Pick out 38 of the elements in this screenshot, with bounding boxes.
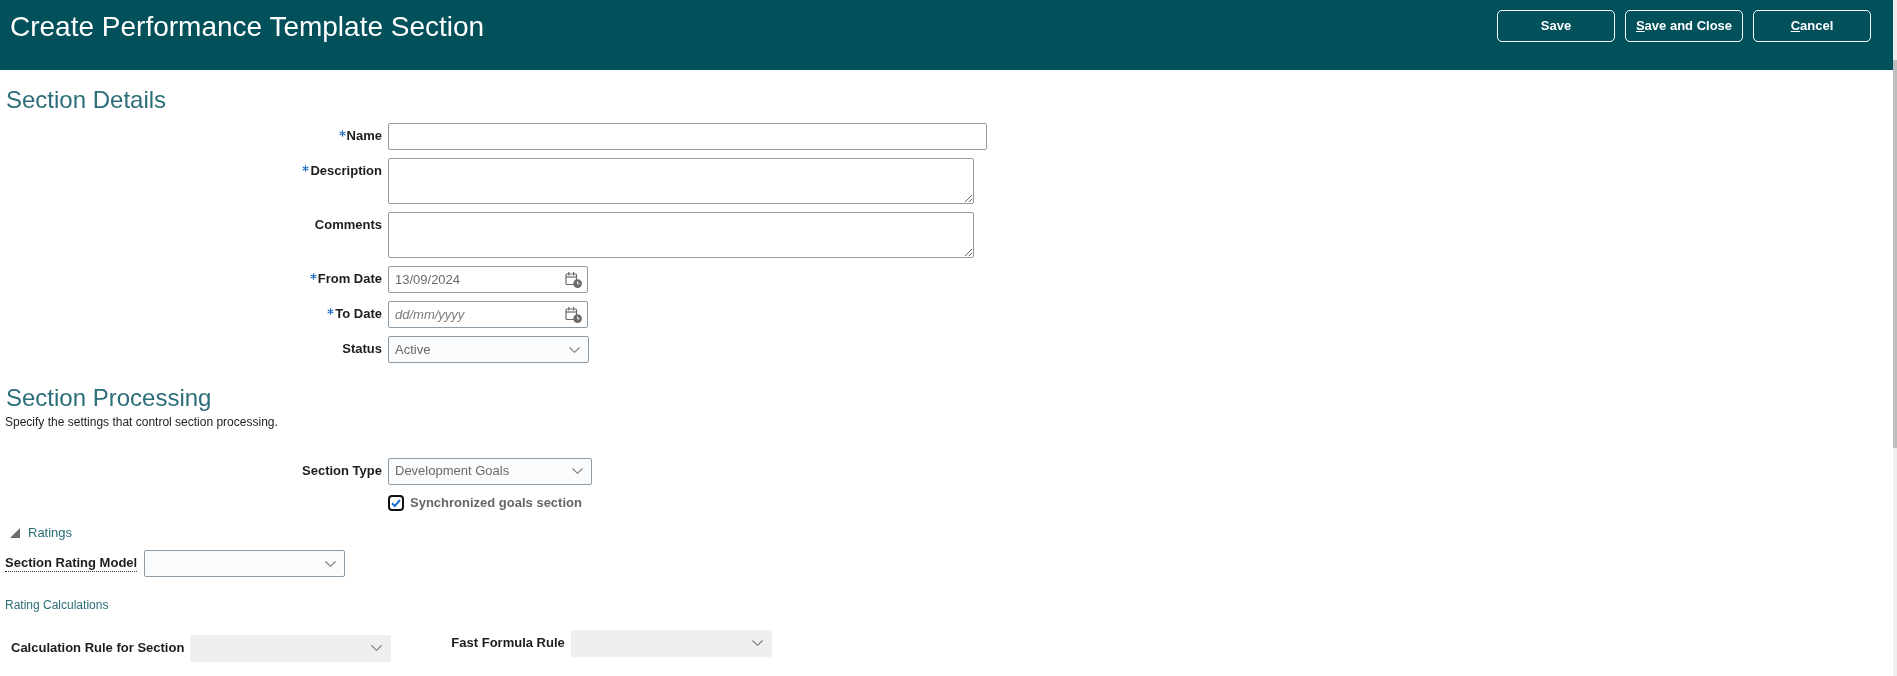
- disclosure-toggle[interactable]: Ratings: [10, 524, 73, 541]
- save-and-close-button[interactable]: Save and Close: [1625, 10, 1743, 42]
- chevron-down-icon: [751, 640, 763, 646]
- field-label: To Date: [335, 306, 382, 322]
- field-label: Calculation Rule for Section: [11, 640, 185, 656]
- field-label: From Date: [317, 271, 382, 287]
- text-area[interactable]: [388, 212, 974, 258]
- chevron-down-icon: [572, 468, 583, 474]
- field-label: Description: [310, 163, 382, 179]
- page-title: Create Performance Template Section: [10, 10, 485, 44]
- field-label: Section Type: [302, 462, 382, 479]
- chevron-down-icon: [325, 560, 337, 567]
- text-field[interactable]: [388, 123, 987, 150]
- section-heading: Section Processing: [5, 384, 212, 412]
- save-button[interactable]: Save: [1497, 10, 1615, 42]
- date-field[interactable]: dd/mm/yyyy: [388, 301, 588, 328]
- calendar-icon[interactable]: [565, 306, 582, 323]
- calendar-icon[interactable]: [565, 271, 582, 288]
- field-label: Section Rating Model: [5, 555, 138, 572]
- scrollbar[interactable]: [1893, 0, 1897, 676]
- chevron-down-icon: [569, 346, 580, 353]
- section-description: Specify the settings that control section processing.: [5, 415, 278, 429]
- dropdown[interactable]: Active: [388, 336, 589, 363]
- dropdown[interactable]: Development Goals: [388, 457, 592, 485]
- date-field[interactable]: 13/09/2024: [388, 266, 588, 293]
- text-area[interactable]: [388, 158, 974, 204]
- checkbox[interactable]: [388, 494, 404, 511]
- subsection-heading: Rating Calculations: [5, 597, 109, 613]
- cancel-button[interactable]: Cancel: [1753, 10, 1871, 42]
- dropdown[interactable]: [144, 550, 346, 577]
- field-label: Fast Formula Rule: [451, 635, 565, 651]
- field-label: Comments: [314, 217, 382, 233]
- scrollbar-thumb[interactable]: [1893, 60, 1897, 448]
- field-label: Name: [346, 128, 382, 144]
- section-heading: Section Details: [5, 86, 167, 114]
- field-label: Status: [342, 341, 382, 357]
- checkbox-label: Synchronized goals section: [410, 494, 582, 511]
- chevron-down-icon: [371, 645, 383, 651]
